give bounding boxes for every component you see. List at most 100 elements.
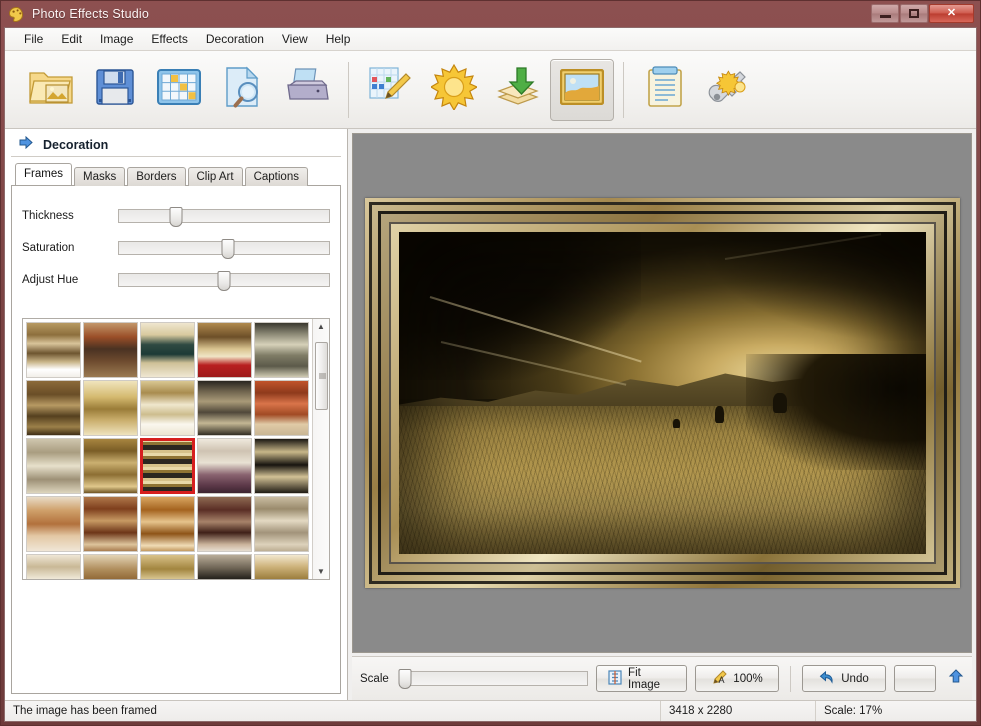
image-canvas[interactable] xyxy=(352,133,972,653)
frame-mahogany-layered[interactable] xyxy=(83,496,138,552)
print-button[interactable] xyxy=(275,59,339,121)
tab-masks[interactable]: Masks xyxy=(73,167,126,186)
close-button[interactable]: ✕ xyxy=(929,4,974,23)
title-bar: Photo Effects Studio ✕ xyxy=(1,1,980,27)
saturation-slider[interactable] xyxy=(118,239,330,259)
menu-effects[interactable]: Effects xyxy=(142,29,196,49)
frame-swatch-grid[interactable] xyxy=(23,319,312,579)
frame-gold-relief-scroll[interactable] xyxy=(83,438,138,494)
sun-icon xyxy=(429,63,479,115)
window-title: Photo Effects Studio xyxy=(32,7,150,21)
status-scale: Scale: 17% xyxy=(824,705,883,717)
thickness-slider[interactable] xyxy=(118,207,330,227)
scroll-up-arrow-icon[interactable]: ▲ xyxy=(314,319,329,334)
scroll-down-arrow-icon[interactable]: ▼ xyxy=(314,564,329,579)
blank-button[interactable] xyxy=(894,665,936,692)
menu-decoration[interactable]: Decoration xyxy=(197,29,273,49)
layers-download-icon xyxy=(495,66,541,113)
status-message: The image has been framed xyxy=(5,701,661,721)
toolbar-separator-2 xyxy=(623,61,624,118)
frame-gold-red-stripe[interactable] xyxy=(197,322,252,378)
menu-help[interactable]: Help xyxy=(317,29,360,49)
frame-red-ribbed[interactable] xyxy=(254,380,309,436)
canvas-area: Scale Fit Image A 100% Undo xyxy=(348,129,976,700)
fit-image-button[interactable]: Fit Image xyxy=(596,665,688,692)
frame-copper-rope[interactable] xyxy=(26,496,81,552)
scale-slider[interactable] xyxy=(398,669,589,689)
hue-label: Adjust Hue xyxy=(22,274,79,286)
tab-frames[interactable]: Frames xyxy=(15,163,72,185)
open-folder-image-icon xyxy=(28,66,74,113)
frame-cream-teal-band[interactable] xyxy=(140,322,195,378)
preview-button[interactable] xyxy=(211,59,275,121)
browse-thumbnails-button[interactable] xyxy=(147,59,211,121)
frame-ornate-gold-carved[interactable] xyxy=(26,322,81,378)
main-toolbar xyxy=(5,51,976,129)
palette-icon xyxy=(8,6,25,23)
document-magnifier-icon xyxy=(223,66,263,113)
frame-grey-scroll[interactable] xyxy=(254,322,309,378)
frame-granite-dark[interactable] xyxy=(197,554,252,579)
frame-brown-bead[interactable] xyxy=(26,380,81,436)
frame-golden-gradient[interactable] xyxy=(83,380,138,436)
scrollbar-track[interactable] xyxy=(314,334,329,564)
scale-slider-thumb[interactable] xyxy=(398,669,412,689)
frame-silver-lattice[interactable] xyxy=(26,438,81,494)
frame-gold-mask-relief[interactable] xyxy=(140,554,195,579)
frame-plum-wood[interactable] xyxy=(197,496,252,552)
frame-tan-speckle[interactable] xyxy=(83,554,138,579)
edit-pixels-button[interactable] xyxy=(358,59,422,121)
frame-cream-gold-ridge[interactable] xyxy=(254,554,309,579)
frame-ivory-greek-key[interactable] xyxy=(26,554,81,579)
decoration-button[interactable] xyxy=(550,58,614,121)
minimize-button[interactable] xyxy=(871,4,899,23)
import-layers-button[interactable] xyxy=(486,59,550,121)
license-button[interactable] xyxy=(697,59,761,121)
canvas-bottom-toolbar: Scale Fit Image A 100% Undo xyxy=(352,656,972,700)
body-split: Decoration Frames Masks Borders Clip Art… xyxy=(5,129,976,700)
fit-image-label: Fit Image xyxy=(628,666,661,691)
thickness-slider-thumb[interactable] xyxy=(169,207,183,227)
saturation-slider-thumb[interactable] xyxy=(221,239,235,259)
frame-gallery-scrollbar[interactable]: ▲ ▼ xyxy=(312,319,329,579)
frames-tab-pane: Thickness Saturation Adjust Hue ▲ ▼ xyxy=(11,185,341,694)
frames-tab-empty-area xyxy=(22,580,330,685)
effects-button[interactable] xyxy=(422,59,486,121)
tab-borders[interactable]: Borders xyxy=(127,167,186,186)
frame-beige-patterned[interactable] xyxy=(254,496,309,552)
thickness-slider-row: Thickness xyxy=(22,200,330,232)
notes-button[interactable] xyxy=(633,59,697,121)
undo-button[interactable]: Undo xyxy=(802,665,886,692)
hue-slider-thumb[interactable] xyxy=(217,271,231,291)
scrollbar-thumb[interactable] xyxy=(314,342,328,410)
actual-size-button[interactable]: A 100% xyxy=(695,665,780,692)
status-dimensions: 3418 x 2280 xyxy=(661,701,816,721)
hue-slider-row: Adjust Hue xyxy=(22,264,330,296)
open-image-button[interactable] xyxy=(19,59,83,121)
hue-slider[interactable] xyxy=(118,271,330,291)
thickness-label: Thickness xyxy=(22,210,74,222)
application-window: Photo Effects Studio ✕ File Edit Image E… xyxy=(0,0,981,726)
frame-pale-gold-wash[interactable] xyxy=(140,380,195,436)
save-image-button[interactable] xyxy=(83,59,147,121)
menu-file[interactable]: File xyxy=(15,29,52,49)
frame-striped-gold-black[interactable] xyxy=(140,438,195,494)
frame-dark-scroll-carved[interactable] xyxy=(197,380,252,436)
panel-header: Decoration xyxy=(11,133,341,157)
undo-label: Undo xyxy=(841,672,869,685)
frame-purple-shell[interactable] xyxy=(197,438,252,494)
tab-captions[interactable]: Captions xyxy=(244,167,308,186)
photo-sepia-mountain-landscape xyxy=(398,232,926,554)
photo-vignette xyxy=(399,232,926,554)
blue-up-arrow-icon[interactable] xyxy=(948,668,964,689)
maximize-button[interactable] xyxy=(900,4,928,23)
menu-edit[interactable]: Edit xyxy=(52,29,91,49)
panel-title: Decoration xyxy=(43,137,109,152)
menu-view[interactable]: View xyxy=(273,29,317,49)
tab-clip-art[interactable]: Clip Art xyxy=(187,167,243,186)
menu-image[interactable]: Image xyxy=(91,29,142,49)
frame-rust-mottled[interactable] xyxy=(83,322,138,378)
frame-amber-wood[interactable] xyxy=(140,496,195,552)
frame-black-gold-acanthus[interactable] xyxy=(254,438,309,494)
scrollbar-grip-icon xyxy=(318,373,326,379)
